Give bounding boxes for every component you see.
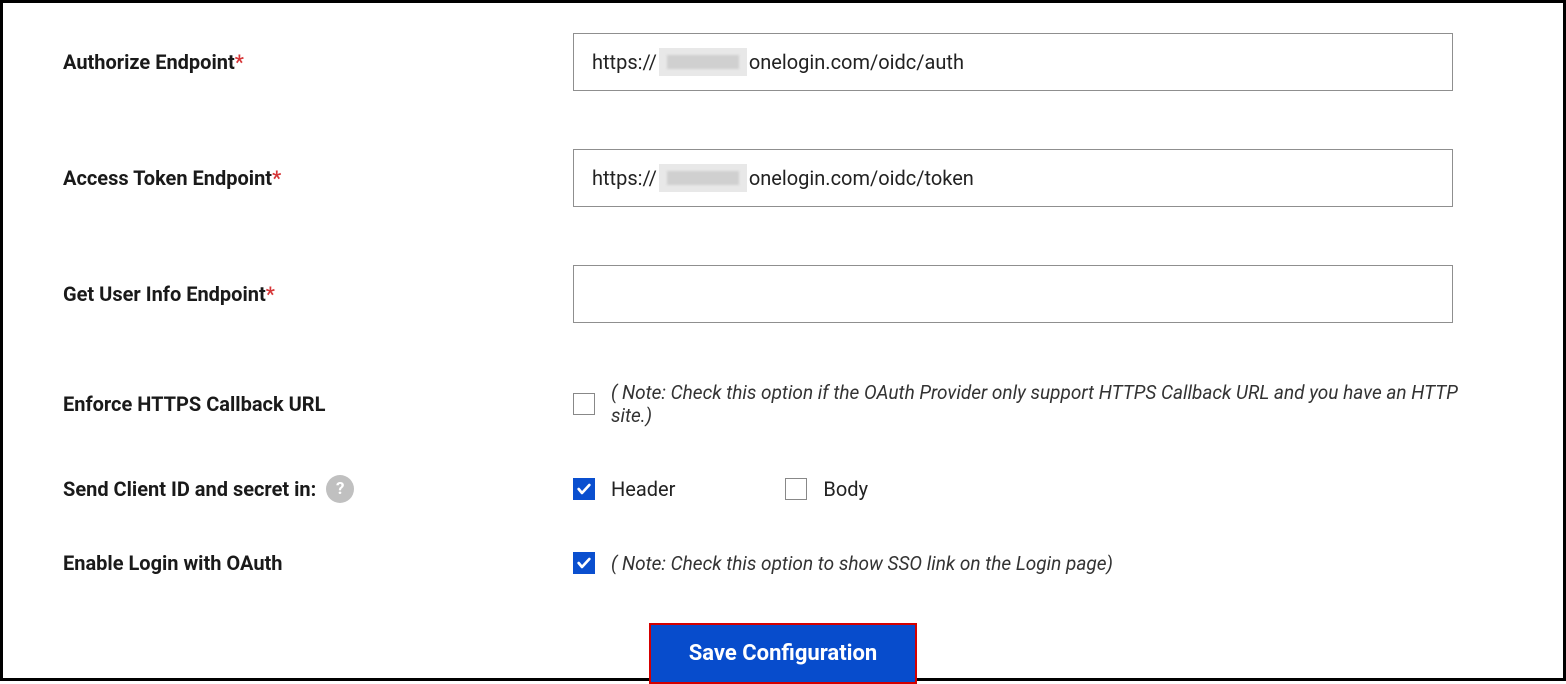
access-token-endpoint-label: Access Token Endpoint* xyxy=(63,166,573,190)
userinfo-endpoint-label: Get User Info Endpoint* xyxy=(63,282,573,306)
save-configuration-button[interactable]: Save Configuration xyxy=(649,623,917,684)
enable-oauth-note: ( Note: Check this option to show SSO li… xyxy=(611,552,1113,575)
userinfo-endpoint-input[interactable] xyxy=(573,265,1453,323)
send-in-header-label: Header xyxy=(611,477,675,501)
enforce-https-note: ( Note: Check this option if the OAuth P… xyxy=(611,381,1503,427)
send-in-body-checkbox[interactable] xyxy=(785,478,807,500)
help-icon[interactable]: ? xyxy=(326,475,354,503)
access-token-endpoint-input[interactable]: https://onelogin.com/oidc/token xyxy=(573,149,1453,207)
enable-oauth-checkbox[interactable] xyxy=(573,552,595,574)
redacted-segment xyxy=(659,48,747,76)
enforce-https-label: Enforce HTTPS Callback URL xyxy=(63,392,573,416)
send-in-label: Send Client ID and secret in: ? xyxy=(63,475,573,503)
required-mark: * xyxy=(266,282,275,306)
authorize-endpoint-input[interactable]: https://onelogin.com/oidc/auth xyxy=(573,33,1453,91)
enable-oauth-label: Enable Login with OAuth xyxy=(63,551,573,575)
required-mark: * xyxy=(235,50,244,74)
redacted-segment xyxy=(659,164,747,192)
required-mark: * xyxy=(272,166,281,190)
send-in-header-checkbox[interactable] xyxy=(573,478,595,500)
enforce-https-checkbox[interactable] xyxy=(573,393,595,415)
authorize-endpoint-label: Authorize Endpoint* xyxy=(63,50,573,74)
send-in-body-label: Body xyxy=(823,477,868,501)
